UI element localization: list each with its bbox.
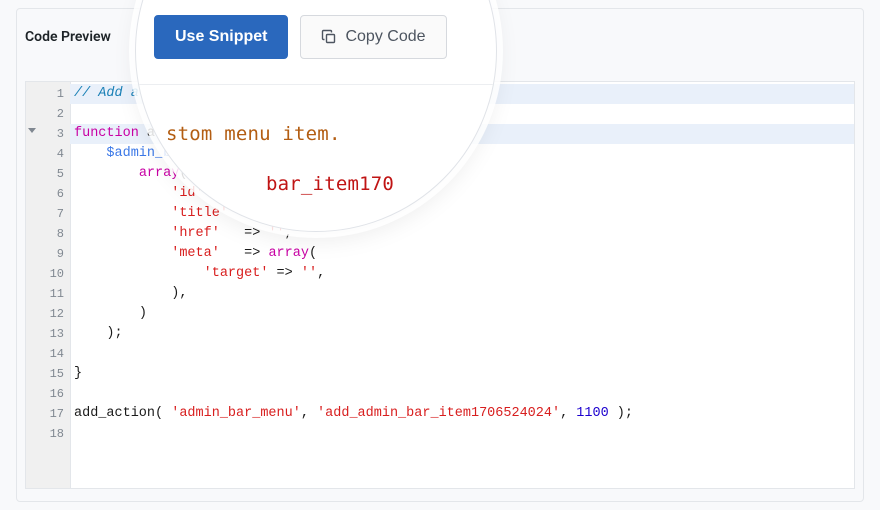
gutter-line: 6 bbox=[26, 184, 70, 204]
gutter-line: 4 bbox=[26, 144, 70, 164]
code-line[interactable] bbox=[70, 344, 854, 364]
gutter-line: 1 bbox=[26, 84, 70, 104]
gutter-line: 2 bbox=[26, 104, 70, 124]
code-line[interactable] bbox=[70, 424, 854, 444]
gutter-line: 7 bbox=[26, 204, 70, 224]
gutter-line: 3 bbox=[26, 124, 70, 144]
gutter-line: 12 bbox=[26, 304, 70, 324]
code-line[interactable] bbox=[70, 384, 854, 404]
use-snippet-button[interactable]: Use Snippet bbox=[154, 15, 288, 59]
gutter-line: 9 bbox=[26, 244, 70, 264]
gutter-line: 15 bbox=[26, 364, 70, 384]
gutter-line: 8 bbox=[26, 224, 70, 244]
gutter-line: 18 bbox=[26, 424, 70, 444]
code-line[interactable]: 'meta' => array( bbox=[70, 244, 854, 264]
code-line[interactable]: 'target' => '', bbox=[70, 264, 854, 284]
magnifier-lens: Use Snippet Copy Code stom menu item. ba… bbox=[135, 0, 497, 232]
lens-divider bbox=[136, 84, 496, 85]
gutter-line: 16 bbox=[26, 384, 70, 404]
gutter-line: 11 bbox=[26, 284, 70, 304]
copy-code-label: Copy Code bbox=[345, 28, 425, 46]
gutter-line: 13 bbox=[26, 324, 70, 344]
code-line[interactable]: ), bbox=[70, 284, 854, 304]
lens-comment-fragment: stom menu item. bbox=[166, 123, 341, 145]
copy-icon bbox=[321, 29, 337, 45]
code-line[interactable]: } bbox=[70, 364, 854, 384]
code-line[interactable]: add_action( 'admin_bar_menu', 'add_admin… bbox=[70, 404, 854, 424]
gutter-line: 17 bbox=[26, 404, 70, 424]
gutter-line: 14 bbox=[26, 344, 70, 364]
code-line[interactable]: ) bbox=[70, 304, 854, 324]
code-line[interactable]: ); bbox=[70, 324, 854, 344]
gutter: 123456789101112131415161718 bbox=[26, 82, 71, 488]
copy-code-button[interactable]: Copy Code bbox=[300, 15, 446, 59]
fold-arrow-icon[interactable] bbox=[28, 128, 36, 133]
lens-string-fragment: bar_item170 bbox=[266, 173, 394, 195]
gutter-line: 5 bbox=[26, 164, 70, 184]
panel-title: Code Preview bbox=[25, 29, 111, 45]
gutter-line: 10 bbox=[26, 264, 70, 284]
